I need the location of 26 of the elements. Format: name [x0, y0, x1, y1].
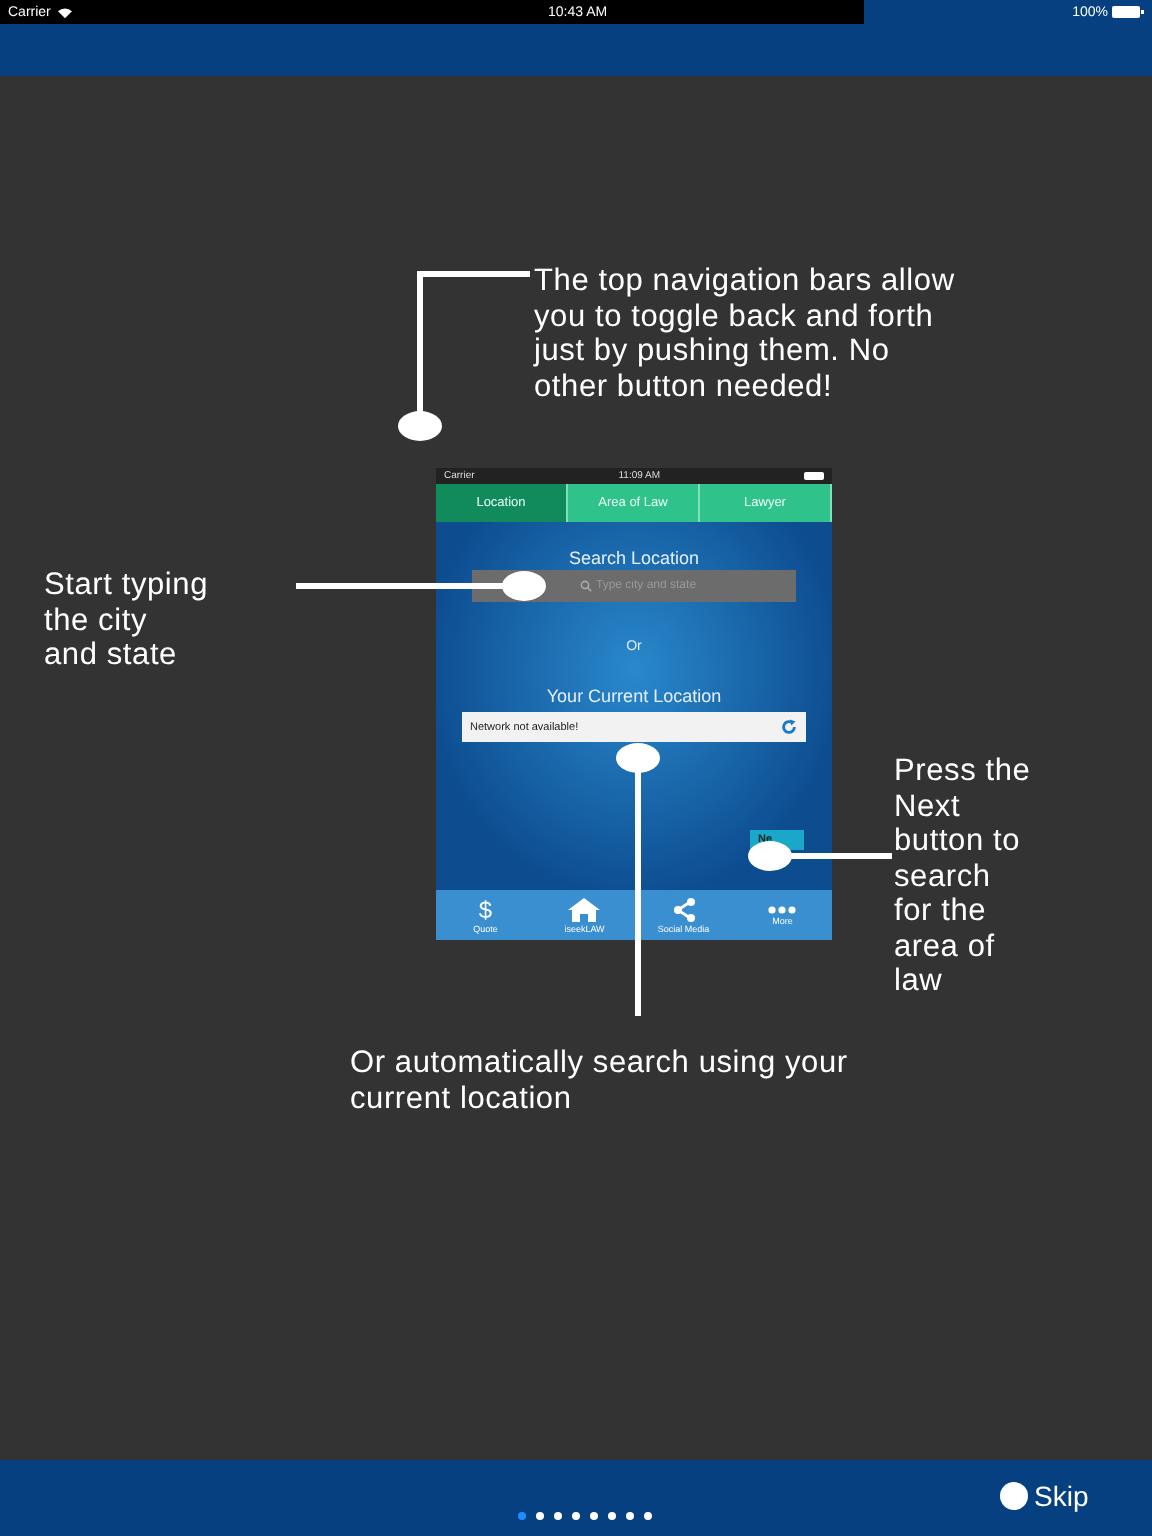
- page-dot[interactable]: [608, 1512, 616, 1520]
- dollar-icon: $: [478, 897, 493, 921]
- page-dot[interactable]: [518, 1512, 526, 1520]
- more-icon: [768, 905, 797, 913]
- callout-text: The top navigation bars allow you to toggle back and forth just by pushing them. No other button needed!: [534, 264, 955, 404]
- page-dot[interactable]: [572, 1512, 580, 1520]
- callout-text: Press the Next button to search for the area of law: [894, 754, 1031, 999]
- page-dot[interactable]: [554, 1512, 562, 1520]
- page-dot[interactable]: [590, 1512, 598, 1520]
- callout-text: Start typing the city and state: [44, 568, 209, 673]
- page-dot[interactable]: [644, 1512, 652, 1520]
- battery-icon: [1112, 6, 1144, 18]
- search-icon: [580, 580, 592, 592]
- refresh-icon: [780, 718, 798, 736]
- search-heading: Search Location: [568, 548, 700, 568]
- callout-text: Or automatically search using your current location: [350, 1046, 848, 1116]
- circle-icon: [1000, 1482, 1028, 1510]
- share-icon: [671, 897, 696, 921]
- location-heading: Your Current Location: [546, 686, 722, 706]
- leader-line: [748, 841, 892, 871]
- skip-button[interactable]: Skip: [1000, 1480, 1089, 1512]
- battery-icon: [803, 472, 824, 480]
- page-dot[interactable]: [626, 1512, 634, 1520]
- home-icon: [568, 897, 601, 921]
- page-dot[interactable]: [536, 1512, 544, 1520]
- wifi-icon: [56, 5, 75, 19]
